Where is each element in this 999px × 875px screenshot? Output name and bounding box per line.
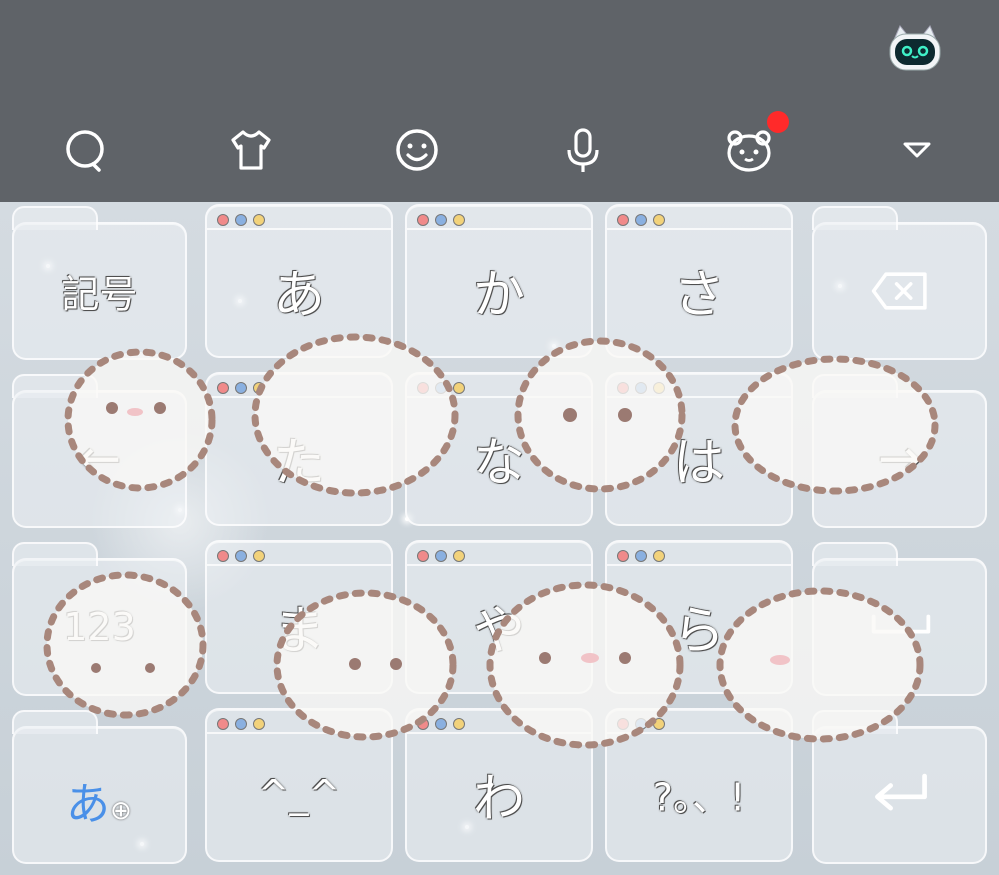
key-wa-label: わ	[472, 769, 525, 830]
cursor-left-key[interactable]: ←	[12, 374, 187, 528]
window-dots	[217, 550, 265, 562]
window-dots	[617, 550, 665, 562]
window-dots	[417, 550, 465, 562]
emoticon-key-label: ^_^	[257, 772, 341, 816]
window-dots	[617, 214, 665, 226]
key-wa[interactable]: わ	[405, 708, 593, 862]
input-mode-labels: あ ⊕	[66, 768, 132, 832]
symbol-key-label: 記号	[61, 272, 138, 317]
key-a-label: あ	[272, 265, 325, 326]
voice-input-button[interactable]	[555, 122, 611, 178]
key-ma[interactable]: ま	[205, 540, 393, 694]
key-ha[interactable]: は	[605, 372, 793, 526]
number-mode-label: 123	[63, 605, 136, 649]
shirt-icon	[231, 130, 271, 170]
number-mode-key[interactable]: 123	[12, 542, 187, 696]
cursor-right-key[interactable]: →	[812, 374, 987, 528]
key-ma-label: ま	[272, 601, 325, 662]
cat-robot-mascot-icon[interactable]	[886, 22, 944, 72]
window-dots	[217, 214, 265, 226]
bear-face-icon	[727, 130, 771, 172]
mascot-button[interactable]	[721, 122, 777, 178]
microphone-icon	[567, 128, 599, 172]
key-a[interactable]: あ	[205, 204, 393, 358]
theme-button[interactable]	[223, 122, 279, 178]
window-dots	[417, 718, 465, 730]
enter-icon	[875, 773, 927, 811]
window-dots	[217, 718, 265, 730]
notification-badge	[767, 111, 789, 133]
key-sa[interactable]: さ	[605, 204, 793, 358]
window-dots	[217, 382, 265, 394]
globe-icon: ⊕	[110, 796, 132, 826]
key-na[interactable]: な	[405, 372, 593, 526]
key-na-label: な	[472, 433, 525, 494]
cursor-right-label: →	[877, 429, 922, 489]
key-ka-label: か	[472, 265, 525, 326]
emoji-button[interactable]	[389, 122, 445, 178]
search-icon	[66, 130, 104, 172]
punctuation-key-label: ?。、!	[652, 775, 746, 820]
smiley-icon	[396, 129, 438, 171]
backspace-key[interactable]	[812, 206, 987, 360]
backspace-icon	[871, 272, 927, 310]
key-ya-label: や	[472, 601, 525, 662]
triangle-down-icon	[903, 142, 931, 158]
collapse-keyboard-button[interactable]	[889, 122, 945, 178]
cursor-left-label: ←	[77, 429, 122, 489]
window-dots	[417, 214, 465, 226]
key-ta[interactable]: た	[205, 372, 393, 526]
space-key[interactable]	[812, 542, 987, 696]
key-ra[interactable]: ら	[605, 540, 793, 694]
input-mode-key[interactable]: あ ⊕	[12, 710, 187, 864]
space-icon	[871, 614, 931, 634]
emoticon-key[interactable]: ^_^	[205, 708, 393, 862]
key-ka[interactable]: か	[405, 204, 593, 358]
key-ha-label: は	[672, 433, 725, 494]
key-ra-label: ら	[672, 601, 725, 662]
window-dots	[617, 718, 665, 730]
search-button[interactable]	[57, 122, 113, 178]
key-ya[interactable]: や	[405, 540, 593, 694]
hiragana-mode-label: あ	[66, 779, 110, 830]
window-dots	[417, 382, 465, 394]
window-dots	[617, 382, 665, 394]
symbol-key[interactable]: 記号	[12, 206, 187, 360]
enter-key[interactable]	[812, 710, 987, 864]
keyboard-toolbar	[0, 0, 999, 202]
key-sa-label: さ	[672, 265, 725, 326]
punctuation-key[interactable]: ?。、!	[605, 708, 793, 862]
key-ta-label: た	[272, 433, 325, 494]
